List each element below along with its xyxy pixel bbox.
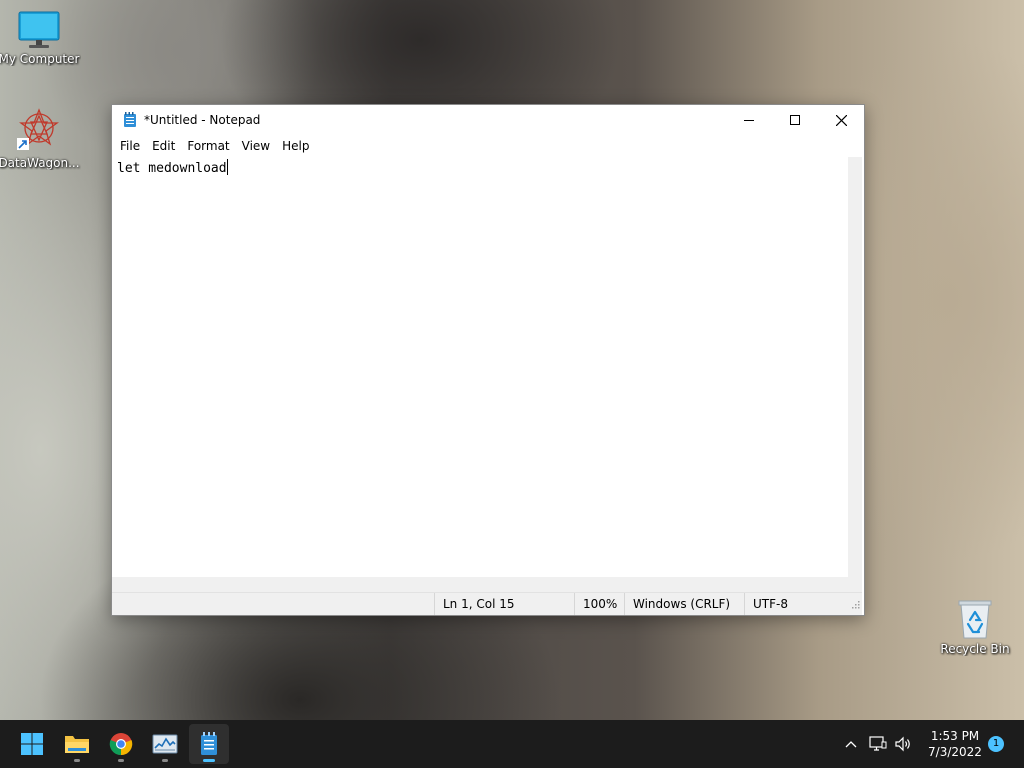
start-button[interactable] [12,724,52,764]
clock-date: 7/3/2022 [928,745,982,759]
desktop-icon-label: DataWagon... [0,156,80,170]
desktop-icon-label: My Computer [0,52,80,66]
menu-file[interactable]: File [114,135,146,157]
clock-time: 1:53 PM [930,729,980,743]
menu-help[interactable]: Help [276,135,315,157]
editor-content: let medownload [117,159,228,176]
speaker-icon [895,736,910,752]
notification-badge[interactable]: 1 [988,736,1004,752]
taskbar-file-explorer[interactable] [57,724,97,764]
running-indicator [74,759,80,762]
notepad-window: *Untitled - Notepad File Edit Format Vie… [111,104,865,616]
text-caret [226,159,228,175]
running-indicator [118,759,124,762]
close-icon [835,114,847,126]
monitor-icon [17,10,61,50]
menu-view[interactable]: View [236,135,276,157]
window-title: *Untitled - Notepad [144,113,261,127]
status-line-ending: Windows (CRLF) [624,593,744,615]
maximize-icon [790,115,800,125]
performance-monitor-icon [152,734,178,754]
horizontal-scrollbar[interactable] [112,577,848,593]
minimize-button[interactable] [726,105,772,135]
recycle-bin-icon [955,598,995,640]
chevron-up-icon [845,741,857,748]
folder-icon [65,736,89,753]
network-icon [869,736,887,751]
running-indicator [162,759,168,762]
menu-bar: File Edit Format View Help [112,135,864,157]
title-bar[interactable]: *Untitled - Notepad [112,105,864,135]
taskbar-task-manager[interactable] [145,724,185,764]
active-indicator [203,759,215,762]
editor-area: let medownload [112,157,862,593]
editor-text: let medownload [117,161,227,176]
taskbar-chrome[interactable] [101,724,141,764]
chrome-icon [109,733,133,756]
datawagon-logo-icon [15,106,63,154]
notepad-icon [122,112,138,128]
menu-format[interactable]: Format [181,135,235,157]
text-editor[interactable]: let medownload [112,157,848,577]
vertical-scrollbar[interactable] [848,157,862,577]
menu-edit[interactable]: Edit [146,135,181,157]
volume-control[interactable] [892,720,914,768]
notepad-icon [201,732,217,755]
taskbar-clock[interactable]: 1:53 PM 7/3/2022 [918,728,992,760]
scrollbar-corner [848,577,862,593]
status-encoding: UTF-8 [744,593,848,615]
minimize-icon [744,120,754,121]
network-status[interactable] [867,720,889,768]
resize-grip-icon[interactable] [850,599,860,609]
desktop-icon-label: Recycle Bin [940,642,1010,656]
desktop-icon-recycle-bin[interactable]: Recycle Bin [933,598,1017,656]
status-zoom: 100% [574,593,624,615]
maximize-button[interactable] [772,105,818,135]
windows-logo-icon [21,733,43,755]
taskbar-notepad[interactable] [189,724,229,764]
desktop-icon-datawagon[interactable]: DataWagon... [0,106,81,170]
status-position: Ln 1, Col 15 [434,593,574,615]
taskbar: 1:53 PM 7/3/2022 [0,720,1024,768]
close-button[interactable] [818,105,864,135]
show-hidden-icons-button[interactable] [840,720,862,768]
status-bar: Ln 1, Col 15 100% Windows (CRLF) UTF-8 [112,592,862,615]
desktop-icon-my-computer[interactable]: My Computer [0,10,81,66]
